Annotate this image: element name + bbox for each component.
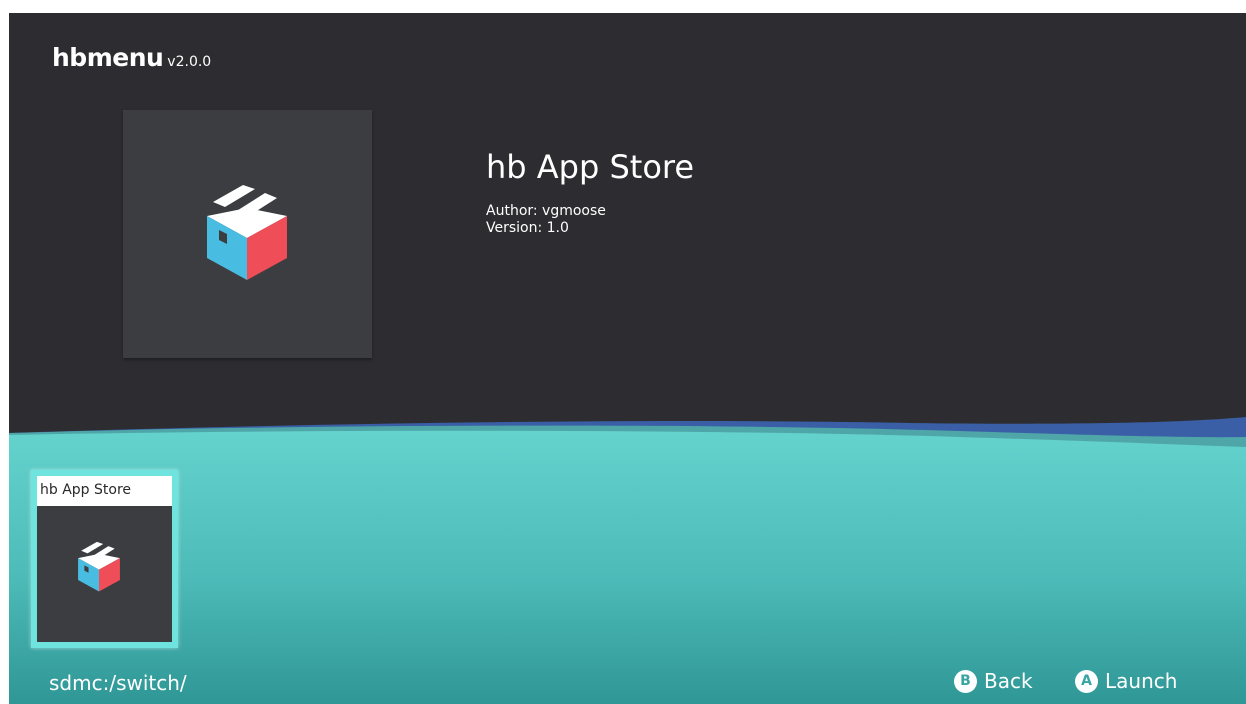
launch-label: Launch [1105,669,1178,693]
hbmenu-screen: hbmenu v2.0.0 hb App Store Author: vgmoo… [9,13,1246,704]
launch-button[interactable]: A Launch [1075,669,1177,693]
selected-app-version: Version: 1.0 [486,220,569,236]
a-button-icon: A [1075,669,1098,693]
logo-version: v2.0.0 [167,54,212,70]
box-icon [207,185,287,280]
current-path: sdmc:/switch/ [49,671,187,695]
back-button[interactable]: B Back [954,669,1033,693]
hbmenu-logo: hbmenu v2.0.0 [52,43,211,72]
logo-title: hbmenu [52,43,164,72]
back-label: Back [984,669,1033,693]
box-icon [78,541,120,592]
b-button-icon: B [954,669,977,693]
selected-app-preview [123,110,372,358]
selected-app-author: Author: vgmoose [486,203,606,219]
app-tile-hb-app-store[interactable]: hb App Store [31,470,178,648]
selected-app-title: hb App Store [486,148,695,186]
app-tile-label: hb App Store [37,476,172,506]
